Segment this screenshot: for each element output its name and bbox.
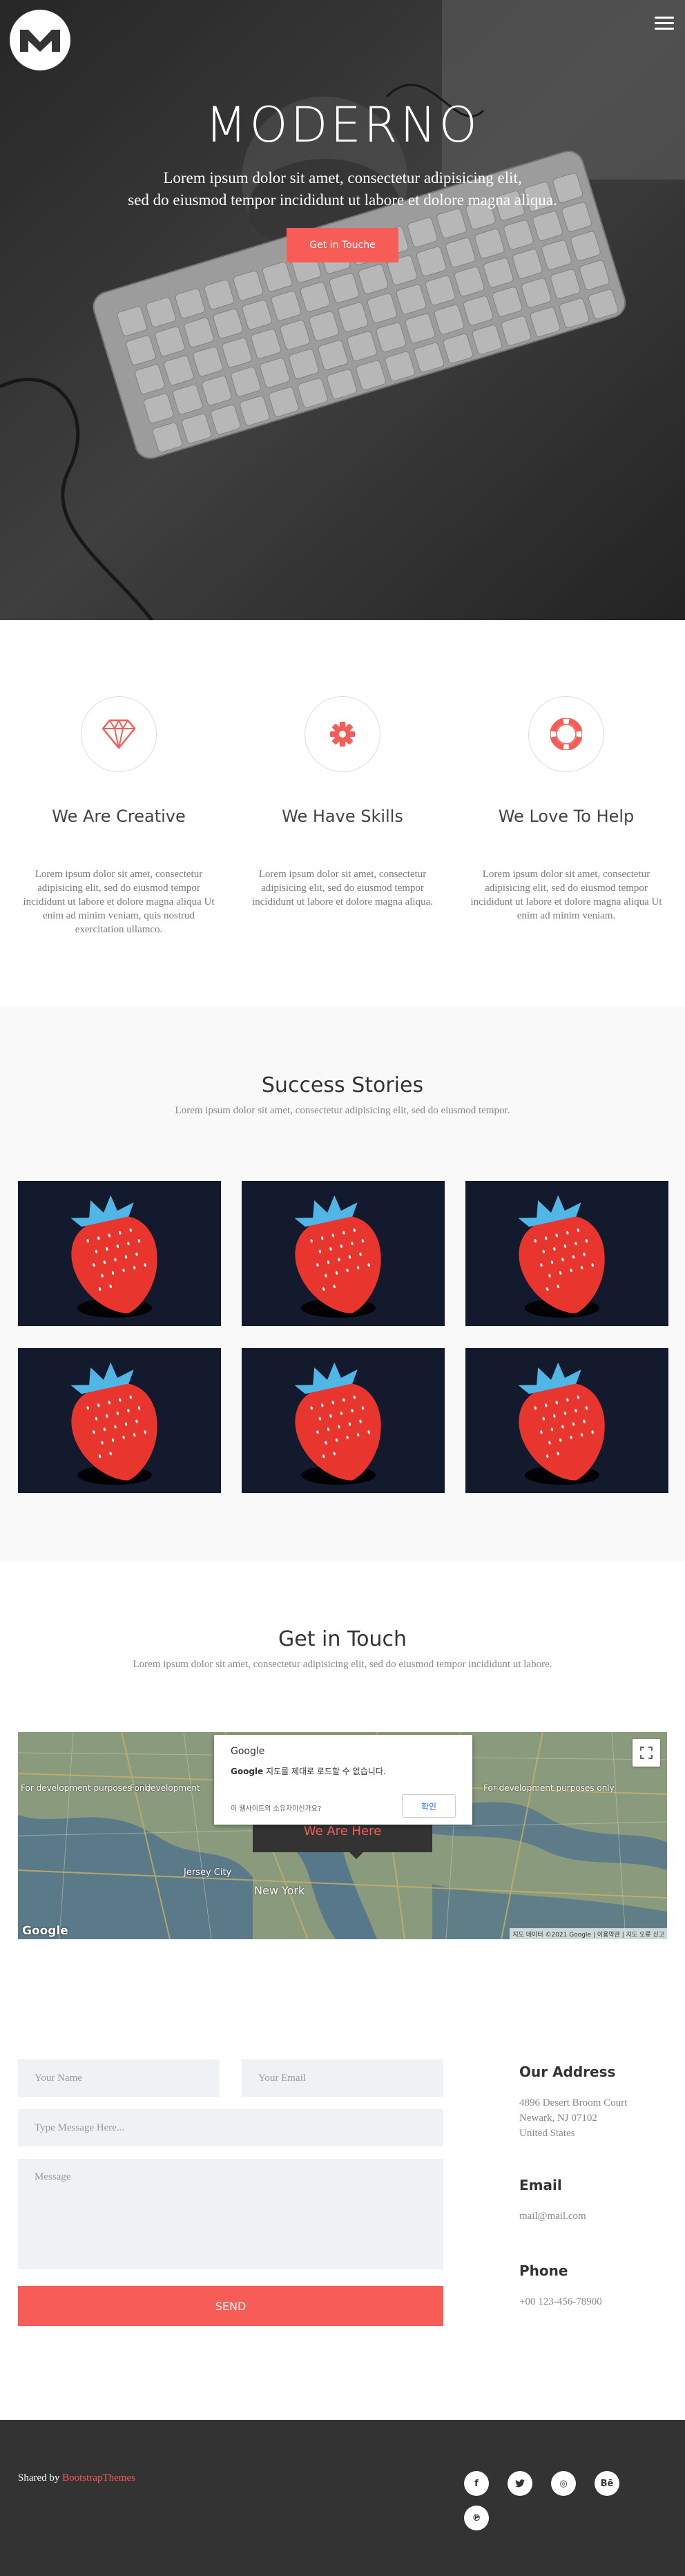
map-marker-box[interactable]: We Are Here — [253, 1825, 432, 1852]
footer-credit-prefix: Shared by — [18, 2472, 63, 2483]
message-textarea[interactable] — [18, 2159, 443, 2269]
logo-m-icon — [20, 30, 60, 52]
gallery-item[interactable] — [18, 1348, 221, 1493]
gallery-item[interactable] — [465, 1348, 668, 1493]
gallery-item[interactable] — [242, 1181, 445, 1326]
feature-title: We Love To Help — [498, 807, 635, 826]
map-dialog-message: Google 지도를 제대로 로드할 수 없습니다. — [231, 1765, 456, 1777]
hero-tagline-line1: Lorem ipsum dolor sit amet, consectetur … — [163, 169, 522, 186]
map-terms-bar[interactable]: 지도 데이터 ©2021 Google | 이용약관 | 지도 오류 신고 — [510, 1928, 667, 1939]
strawberry-icon — [70, 1362, 157, 1485]
strawberry-icon — [518, 1195, 605, 1318]
address-line: 4896 Desert Broom Court — [519, 2097, 628, 2108]
email-title: Email — [519, 2177, 562, 2193]
map-dialog-ok-button[interactable]: 확인 — [402, 1794, 456, 1818]
success-stories-section: Success Stories Lorem ipsum dolor sit am… — [0, 1007, 685, 1561]
map-google-logo: Google — [22, 1924, 68, 1938]
strawberry-icon — [518, 1362, 605, 1485]
address-line: Newark, NJ 07102 — [519, 2113, 597, 2124]
map-dev-label: For development — [130, 1783, 200, 1793]
hero-section: MODERNO Lorem ipsum dolor sit amet, cons… — [0, 0, 685, 620]
map-city-label: Jersey City — [184, 1867, 232, 1878]
feature-help: We Love To Help Lorem ipsum dolor sit am… — [465, 696, 667, 923]
gallery-item[interactable] — [465, 1181, 668, 1326]
feature-icon-circle — [528, 696, 604, 772]
map-city-label: New York — [254, 1884, 305, 1897]
behance-icon[interactable]: Bē — [595, 2471, 619, 2496]
feature-skills: We Have Skills Lorem ipsum dolor sit ame… — [242, 696, 443, 909]
strawberry-icon — [70, 1195, 157, 1318]
map-dialog-text: 지도를 제대로 로드할 수 없습니다. — [263, 1767, 386, 1776]
map-marker-text: We Are Here — [303, 1824, 382, 1838]
address-line: United States — [519, 2128, 575, 2139]
fullscreen-icon — [640, 1747, 653, 1759]
hero-content: MODERNO Lorem ipsum dolor sit amet, cons… — [0, 97, 685, 262]
facebook-icon[interactable]: f — [464, 2471, 489, 2496]
hero-title: MODERNO — [205, 97, 480, 153]
hero-tagline-line2: sed do eiusmod tempor incididunt ut labo… — [128, 191, 557, 209]
hero-tagline: Lorem ipsum dolor sit amet, consectetur … — [0, 167, 685, 211]
phone-title: Phone — [519, 2262, 568, 2279]
feature-text: Lorem ipsum dolor sit amet, consectetur … — [470, 869, 662, 921]
get-in-touch-button[interactable]: Get in Touche — [287, 228, 398, 262]
hamburger-menu-icon[interactable] — [655, 17, 674, 32]
footer: Shared by BootstrapThemes f ◎ Bē ℗ — [0, 2420, 685, 2576]
contact-subtitle: Lorem ipsum dolor sit amet, consectetur … — [133, 1659, 552, 1670]
feature-icon-circle — [305, 696, 380, 772]
feature-text: Lorem ipsum dolor sit amet, consectetur … — [251, 869, 433, 907]
contact-title: Get in Touch — [278, 1627, 407, 1651]
feature-title: We Have Skills — [282, 807, 403, 826]
pinterest-icon[interactable]: ℗ — [464, 2506, 489, 2530]
address-title: Our Address — [519, 2064, 616, 2080]
email-value[interactable]: mail@mail.com — [519, 2209, 586, 2224]
stories-title: Success Stories — [261, 1073, 424, 1097]
diamond-icon — [102, 719, 136, 749]
map-dialog-brand: Google — [231, 1746, 265, 1757]
features-section: We Are Creative Lorem ipsum dolor sit am… — [0, 620, 685, 1007]
strawberry-icon — [294, 1362, 381, 1485]
name-input[interactable] — [18, 2059, 220, 2097]
feature-text: Lorem ipsum dolor sit amet, consectetur … — [23, 869, 215, 935]
address-text: 4896 Desert Broom Court Newark, NJ 07102… — [519, 2095, 627, 2141]
footer-credit: Shared by BootstrapThemes — [18, 2472, 135, 2484]
gear-icon — [330, 722, 355, 747]
email-input[interactable] — [242, 2059, 443, 2097]
map-marker-arrow — [349, 1852, 363, 1859]
map-dialog-bold: Google — [231, 1767, 264, 1776]
stories-subtitle: Lorem ipsum dolor sit amet, consectetur … — [175, 1105, 510, 1116]
map-dialog-owner-link[interactable]: 이 웹사이트의 소유자이신가요? — [231, 1803, 321, 1813]
map-error-dialog: Google Google 지도를 제대로 로드할 수 없습니다. 이 웹사이트… — [214, 1735, 472, 1825]
map-dev-label: For development purposes only — [483, 1783, 615, 1793]
subject-input[interactable] — [18, 2109, 443, 2146]
strawberry-icon — [294, 1195, 381, 1318]
map-fullscreen-button[interactable] — [633, 1739, 660, 1767]
feature-creative: We Are Creative Lorem ipsum dolor sit am… — [18, 696, 220, 936]
twitter-icon[interactable] — [508, 2471, 532, 2496]
feature-title: We Are Creative — [52, 807, 186, 826]
send-button[interactable]: SEND — [18, 2286, 443, 2326]
feature-icon-circle — [81, 696, 157, 772]
google-map[interactable]: For development purposes only For develo… — [18, 1732, 667, 1939]
phone-value[interactable]: +00 123-456-78900 — [519, 2294, 602, 2309]
contact-section: Get in Touch Lorem ipsum dolor sit amet,… — [0, 1561, 685, 2420]
lifebuoy-icon — [550, 718, 582, 750]
gallery-item[interactable] — [242, 1348, 445, 1493]
gallery-item[interactable] — [18, 1181, 221, 1326]
footer-credit-link[interactable]: BootstrapThemes — [62, 2472, 135, 2483]
hero-overlay — [0, 0, 685, 620]
dribbble-icon[interactable]: ◎ — [551, 2471, 576, 2496]
logo[interactable] — [10, 10, 70, 70]
